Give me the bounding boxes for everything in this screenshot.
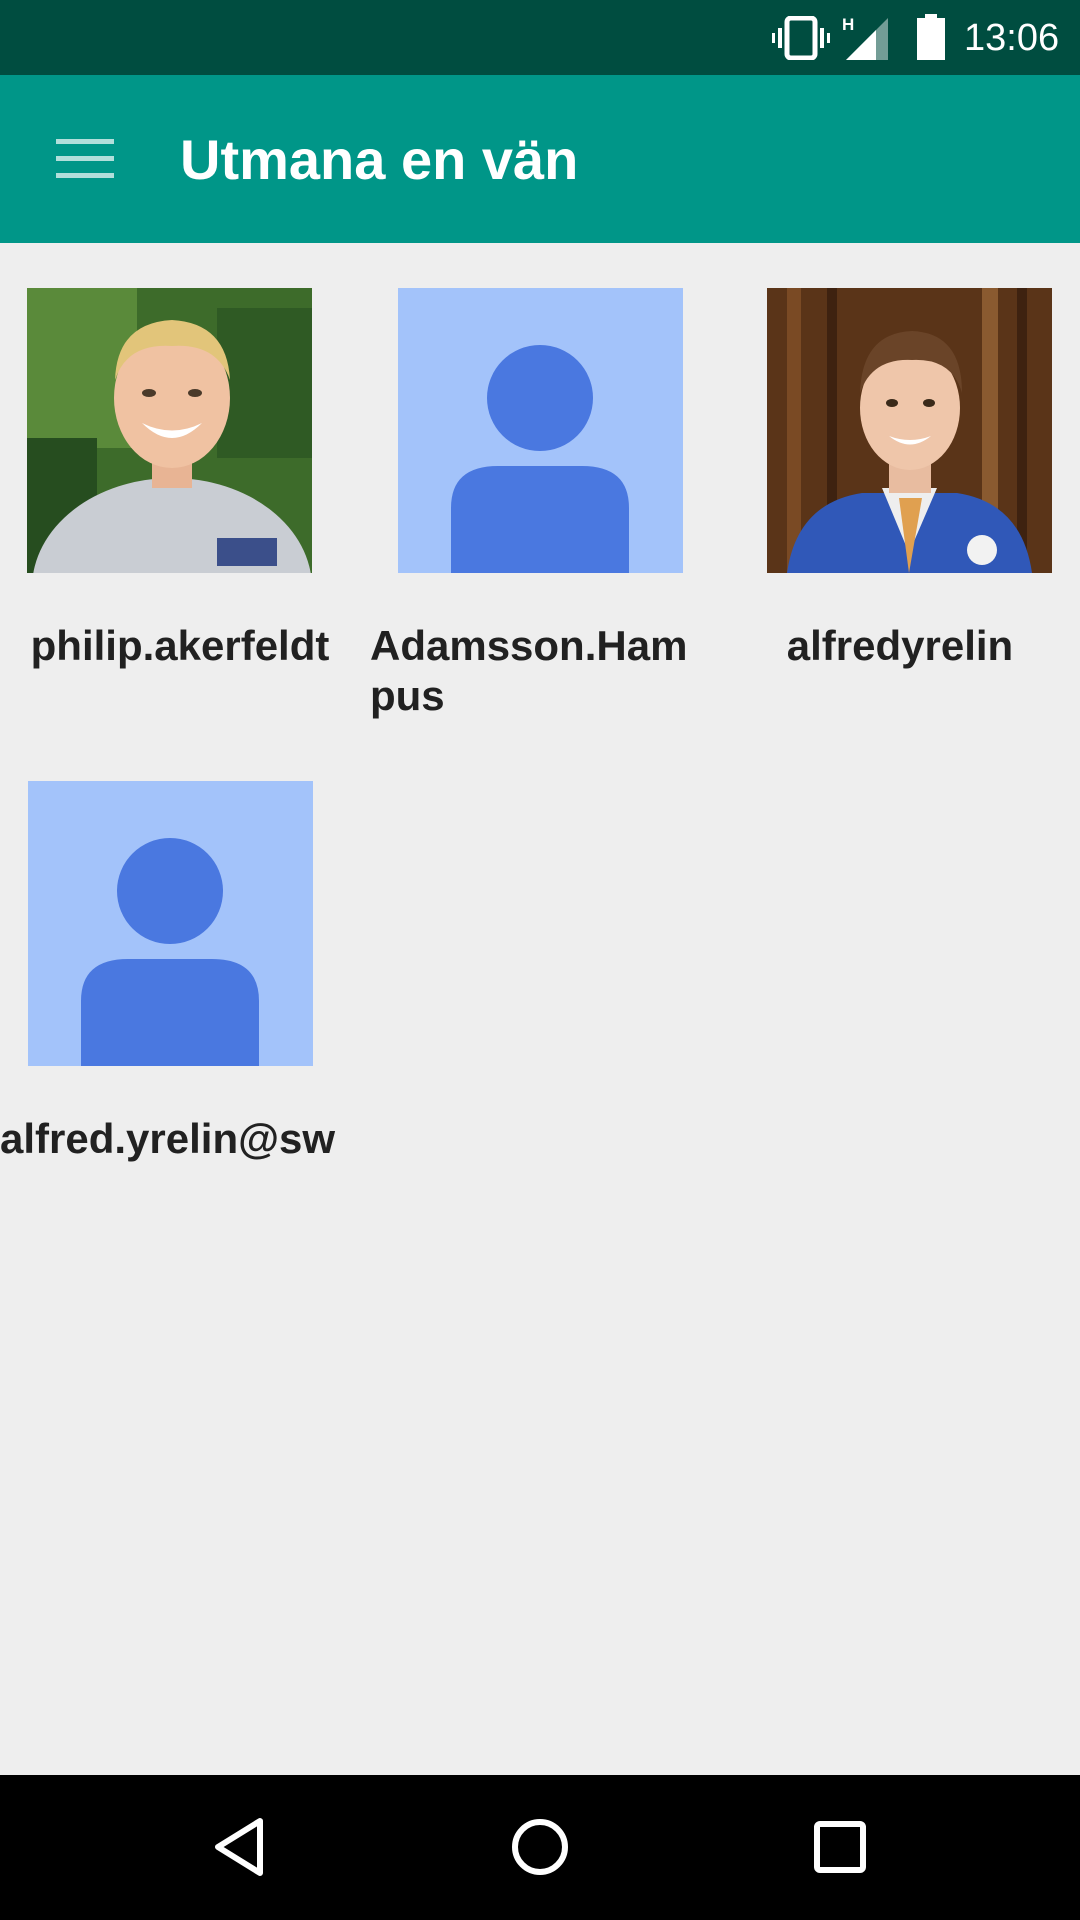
avatar <box>28 781 313 1066</box>
friend-grid: philip.akerfeldt Adamsson.Hampus alfredy… <box>0 243 1080 1775</box>
avatar <box>27 288 312 573</box>
hamburger-menu-icon <box>56 139 114 178</box>
svg-text:H: H <box>842 15 854 34</box>
avatar <box>767 288 1052 573</box>
back-icon <box>215 1818 263 1876</box>
signal-icon: H <box>842 15 888 60</box>
friend-name: alfred.yrelin@sw <box>0 1115 336 1162</box>
page-title: Utmana en vän <box>180 128 579 191</box>
vibrate-icon <box>772 16 830 60</box>
default-person-icon <box>28 781 313 1066</box>
avatar <box>398 288 683 573</box>
friend-item-alfred-email[interactable]: alfred.yrelin@sw <box>0 736 360 1226</box>
friend-item-adamsson[interactable]: Adamsson.Hampus <box>360 243 720 733</box>
status-bar: H 13:06 <box>0 0 1080 75</box>
recents-button[interactable] <box>790 1797 890 1897</box>
friend-name: Adamsson.Hampus <box>370 622 688 719</box>
friend-name: philip.akerfeldt <box>30 622 330 669</box>
menu-button[interactable] <box>40 115 130 203</box>
screen: H 13:06 Utmana en vän philip.akerfeldt A… <box>0 0 1080 1920</box>
home-button[interactable] <box>490 1797 590 1897</box>
app-bar: Utmana en vän <box>0 75 1080 243</box>
friend-name: alfredyrelin <box>786 622 1014 669</box>
recents-icon <box>814 1821 866 1873</box>
friend-item-philip[interactable]: philip.akerfeldt <box>0 243 360 733</box>
friend-item-alfredyrelin[interactable]: alfredyrelin <box>720 243 1080 733</box>
back-button[interactable] <box>190 1797 290 1897</box>
home-icon <box>512 1819 568 1875</box>
status-time: 13:06 <box>964 17 1060 59</box>
profile-photo <box>767 288 1052 573</box>
default-person-icon <box>398 288 683 573</box>
navigation-bar <box>0 1775 1080 1920</box>
profile-photo <box>27 288 312 573</box>
battery-icon <box>917 14 945 60</box>
